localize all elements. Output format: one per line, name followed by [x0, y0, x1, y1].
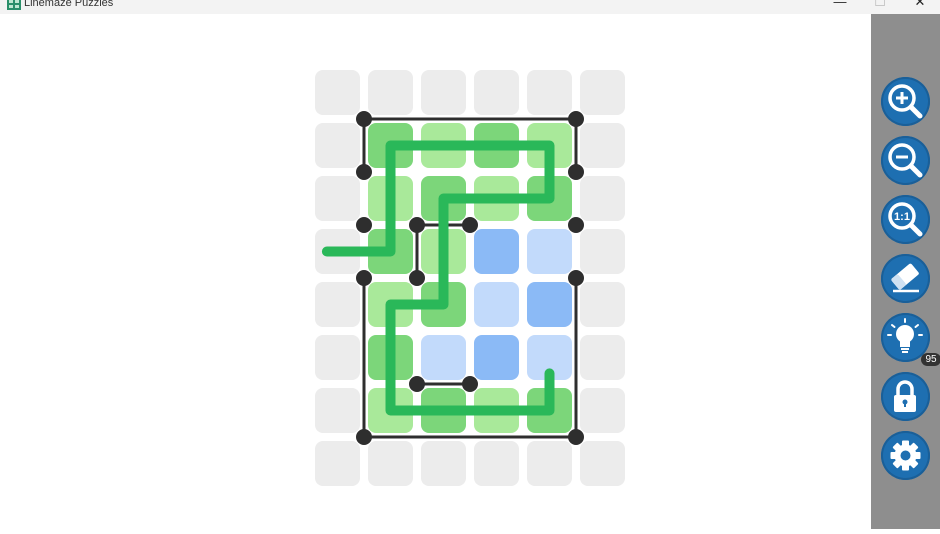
grid-cell[interactable] — [474, 70, 519, 115]
grid-dot — [409, 270, 425, 286]
grid-cell[interactable] — [315, 176, 360, 221]
grid-cell[interactable] — [474, 282, 519, 327]
grid-dot — [568, 217, 584, 233]
settings-button[interactable] — [881, 431, 930, 480]
grid-cell[interactable] — [368, 441, 413, 486]
gear-icon — [890, 440, 921, 471]
minimize-button[interactable]: — — [820, 0, 860, 11]
zoom-actual-size-icon: 1:1 — [888, 202, 923, 237]
grid-cell[interactable] — [315, 282, 360, 327]
grid-dot — [356, 429, 372, 445]
grid-dot — [462, 217, 478, 233]
grid-cell[interactable] — [474, 229, 519, 274]
grid-cell[interactable] — [421, 70, 466, 115]
title-bar: Linemaze Puzzles — ☐ ✕ — [0, 0, 940, 14]
zoom-out-button[interactable] — [881, 136, 930, 185]
grid-cell[interactable] — [580, 441, 625, 486]
grid-dot — [356, 270, 372, 286]
window-title: Linemaze Puzzles — [24, 0, 114, 9]
grid-cell[interactable] — [580, 229, 625, 274]
tool-sidebar: 1:1 95 — [871, 14, 940, 529]
zoom-reset-button[interactable]: 1:1 — [881, 195, 930, 244]
lock-icon — [894, 380, 916, 412]
lock-button[interactable] — [881, 372, 930, 421]
grid-cell[interactable] — [315, 441, 360, 486]
grid-cell[interactable] — [527, 229, 572, 274]
grid-cell[interactable] — [580, 388, 625, 433]
grid-cell[interactable] — [315, 70, 360, 115]
grid-cell[interactable] — [421, 441, 466, 486]
puzzle-board[interactable] — [0, 14, 871, 529]
grid-dot — [568, 429, 584, 445]
maximize-button[interactable]: ☐ — [860, 0, 900, 11]
grid-dot — [568, 164, 584, 180]
grid-dot — [356, 164, 372, 180]
grid-cell[interactable] — [421, 335, 466, 380]
zoom-in-icon — [888, 84, 923, 119]
grid-cell[interactable] — [315, 388, 360, 433]
grid-cell[interactable] — [527, 282, 572, 327]
grid-cell[interactable] — [580, 282, 625, 327]
grid-dot — [409, 376, 425, 392]
close-button[interactable]: ✕ — [900, 0, 940, 11]
hint-count-badge: 95 — [921, 353, 940, 366]
eraser-button[interactable] — [881, 254, 930, 303]
grid-cell[interactable] — [315, 123, 360, 168]
grid-cell[interactable] — [368, 70, 413, 115]
grid-dot — [462, 376, 478, 392]
grid-dot — [356, 217, 372, 233]
grid-cell[interactable] — [315, 335, 360, 380]
grid-cell[interactable] — [580, 123, 625, 168]
zoom-in-button[interactable] — [881, 77, 930, 126]
zoom-out-icon — [888, 143, 923, 178]
zoom-reset-label: 1:1 — [894, 211, 910, 223]
grid-cell[interactable] — [580, 176, 625, 221]
grid-dot — [356, 111, 372, 127]
grid-dot — [568, 270, 584, 286]
puzzle-board-area — [0, 14, 871, 529]
grid-cell[interactable] — [474, 335, 519, 380]
grid-cell[interactable] — [474, 441, 519, 486]
hint-button[interactable]: 95 — [881, 313, 940, 366]
grid-dot — [409, 217, 425, 233]
grid-cell[interactable] — [580, 70, 625, 115]
eraser-icon — [891, 263, 919, 293]
grid-cell[interactable] — [527, 70, 572, 115]
grid-dot — [568, 111, 584, 127]
grid-cell[interactable] — [527, 441, 572, 486]
app-logo-icon — [7, 0, 21, 10]
grid-cell[interactable] — [580, 335, 625, 380]
